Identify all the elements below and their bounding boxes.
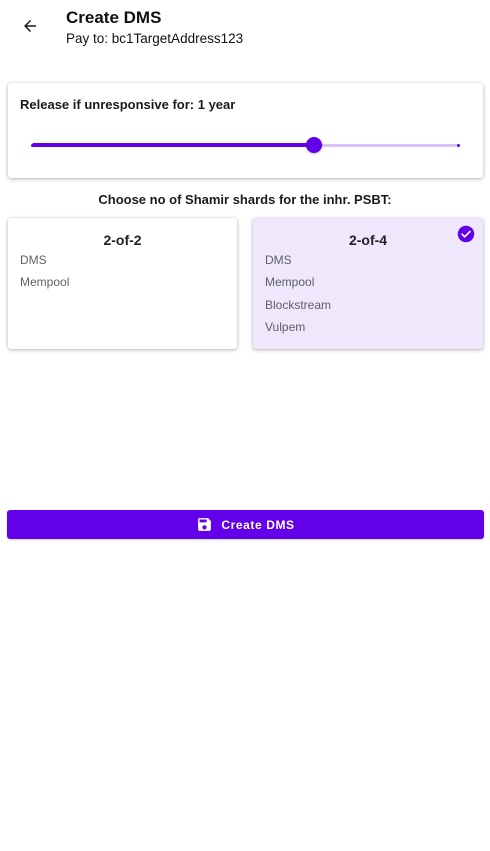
back-button[interactable]	[14, 10, 46, 42]
release-period-label: Release if unresponsive for: 1 year	[20, 97, 236, 112]
shard-option-2-of-4[interactable]: 2-of-4 DMS Mempool Blockstream Vulpem	[253, 218, 483, 349]
shard-provider-item: Mempool	[265, 275, 315, 290]
shard-provider-item: Blockstream	[265, 297, 332, 312]
page-title: Create DMS	[66, 8, 162, 27]
app-bar: Create DMS Pay to: bc1TargetAddress123	[0, 0, 490, 56]
shard-provider-item: DMS	[20, 253, 47, 267]
slider-track-active	[32, 143, 314, 147]
save-icon	[198, 518, 212, 531]
shard-provider-list: DMS Mempool Blockstream Vulpem	[265, 254, 331, 343]
arrow-left-icon	[24, 20, 36, 32]
release-period-slider[interactable]	[31, 136, 460, 156]
pay-to-address: Pay to: bc1TargetAddress123	[66, 31, 244, 46]
slider-start-dot	[31, 144, 34, 147]
shard-provider-item: Mempool	[20, 275, 70, 290]
create-dms-button[interactable]: Create DMS	[7, 510, 484, 539]
create-dms-label: Create DMS	[221, 517, 295, 532]
shards-prompt: Choose no of Shamir shards for the inhr.…	[98, 192, 392, 207]
shard-option-2-of-2[interactable]: 2-of-2 DMS Mempool	[8, 218, 237, 349]
shard-provider-item: Vulpem	[265, 319, 306, 334]
slider-thumb[interactable]	[305, 137, 322, 153]
shard-option-title: 2-of-2	[103, 232, 142, 248]
shard-provider-item: DMS	[265, 253, 292, 267]
slider-end-dot	[457, 144, 460, 147]
shard-option-title: 2-of-4	[348, 232, 388, 248]
shard-provider-list: DMS Mempool	[20, 254, 69, 299]
release-period-card: Release if unresponsive for: 1 year	[8, 83, 483, 178]
check-circle-icon	[457, 225, 475, 243]
